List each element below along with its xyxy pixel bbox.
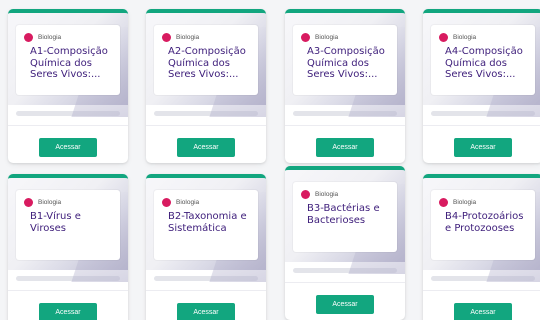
- subject-label: Biologia: [453, 33, 477, 41]
- subject-tag: Biologia: [24, 31, 114, 43]
- card-info: Biologia B2-Taxonomia e Sistemática: [154, 190, 258, 260]
- course-card: Biologia B2-Taxonomia e Sistemática Aces…: [146, 174, 266, 320]
- card-header: Biologia B2-Taxonomia e Sistemática: [146, 178, 266, 270]
- card-footer: Acessar: [285, 282, 405, 320]
- access-button[interactable]: Acessar: [316, 295, 374, 314]
- subject-label: Biologia: [176, 198, 200, 206]
- access-button[interactable]: Acessar: [454, 138, 512, 157]
- card-header: Biologia A1-Composição Química dos Seres…: [8, 13, 128, 105]
- card-header: Biologia A4-Composição Química dos Seres…: [423, 13, 540, 105]
- card-info: Biologia B3-Bactérias e Bacterioses: [293, 182, 397, 252]
- subject-label: Biologia: [453, 198, 477, 206]
- card-info: Biologia B1-Vírus e Viroses: [16, 190, 120, 260]
- access-button[interactable]: Acessar: [39, 138, 97, 157]
- card-footer: Acessar: [423, 290, 540, 320]
- subject-tag: Biologia: [301, 31, 391, 43]
- course-card: Biologia A2-Composição Química dos Seres…: [146, 9, 266, 163]
- course-card: Biologia B3-Bactérias e Bacterioses Aces…: [285, 166, 405, 320]
- subject-tag: Biologia: [24, 196, 114, 208]
- subject-dot-icon: [301, 189, 310, 199]
- card-header: Biologia A3-Composição Química dos Seres…: [285, 13, 405, 105]
- course-title: B3-Bactérias e Bacterioses: [307, 203, 380, 226]
- course-card: Biologia A3-Composição Química dos Seres…: [285, 9, 405, 163]
- subject-tag: Biologia: [162, 31, 252, 43]
- subject-dot-icon: [301, 32, 310, 42]
- subject-tag: Biologia: [439, 31, 529, 43]
- access-button[interactable]: Acessar: [177, 138, 235, 157]
- card-info: Biologia A1-Composição Química dos Seres…: [16, 25, 120, 95]
- subject-dot-icon: [24, 197, 33, 207]
- subject-dot-icon: [439, 32, 448, 42]
- card-info: Biologia B4-Protozoários e Protozooses: [431, 190, 535, 260]
- subject-tag: Biologia: [439, 196, 529, 208]
- card-header: Biologia B3-Bactérias e Bacterioses: [285, 170, 405, 262]
- card-footer: Acessar: [423, 125, 540, 163]
- card-footer: Acessar: [8, 125, 128, 163]
- subject-dot-icon: [162, 32, 171, 42]
- course-card: Biologia B1-Vírus e Viroses Acessar: [8, 174, 128, 320]
- card-header: Biologia B4-Protozoários e Protozooses: [423, 178, 540, 270]
- subject-dot-icon: [439, 197, 448, 207]
- course-card: Biologia A4-Composição Química dos Seres…: [423, 9, 540, 163]
- subject-tag: Biologia: [301, 188, 391, 200]
- subject-dot-icon: [162, 197, 171, 207]
- card-footer: Acessar: [146, 290, 266, 320]
- card-header: Biologia B1-Vírus e Viroses: [8, 178, 128, 270]
- access-button[interactable]: Acessar: [454, 303, 512, 320]
- course-title: A4-Composição Química dos Seres Vivos:..…: [445, 46, 523, 80]
- card-info: Biologia A4-Composição Química dos Seres…: [431, 25, 535, 95]
- course-title: B1-Vírus e Viroses: [30, 211, 81, 234]
- course-card: Biologia A1-Composição Química dos Seres…: [8, 9, 128, 163]
- course-title: A2-Composição Química dos Seres Vivos:..…: [168, 46, 246, 80]
- card-footer: Acessar: [285, 125, 405, 163]
- card-footer: Acessar: [146, 125, 266, 163]
- subject-label: Biologia: [315, 190, 339, 198]
- course-title: A3-Composição Química dos Seres Vivos:..…: [307, 46, 385, 80]
- card-info: Biologia A2-Composição Química dos Seres…: [154, 25, 258, 95]
- course-card: Biologia B4-Protozoários e Protozooses A…: [423, 174, 540, 320]
- access-button[interactable]: Acessar: [39, 303, 97, 320]
- access-button[interactable]: Acessar: [316, 138, 374, 157]
- access-button[interactable]: Acessar: [177, 303, 235, 320]
- course-title: B2-Taxonomia e Sistemática: [168, 211, 247, 234]
- subject-label: Biologia: [38, 33, 62, 41]
- subject-label: Biologia: [38, 198, 62, 206]
- card-header: Biologia A2-Composição Química dos Seres…: [146, 13, 266, 105]
- course-title: B4-Protozoários e Protozooses: [445, 211, 524, 234]
- course-title: A1-Composição Química dos Seres Vivos:..…: [30, 46, 108, 80]
- subject-label: Biologia: [176, 33, 200, 41]
- card-info: Biologia A3-Composição Química dos Seres…: [293, 25, 397, 95]
- subject-tag: Biologia: [162, 196, 252, 208]
- card-footer: Acessar: [8, 290, 128, 320]
- course-grid: Biologia A1-Composição Química dos Seres…: [0, 0, 540, 320]
- subject-label: Biologia: [315, 33, 339, 41]
- subject-dot-icon: [24, 32, 33, 42]
